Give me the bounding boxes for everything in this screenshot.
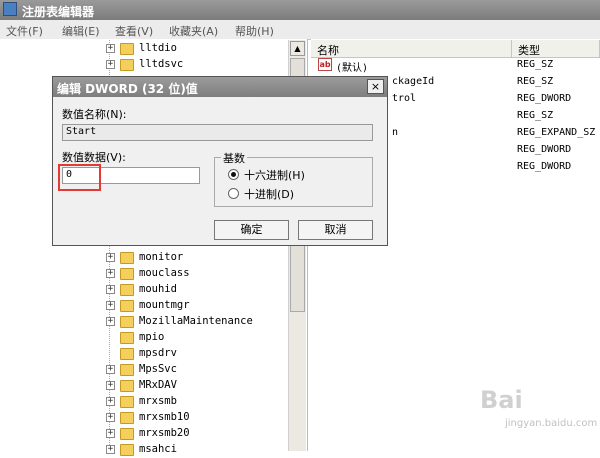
folder-icon [120,396,134,408]
expand-icon[interactable]: + [106,301,115,310]
folder-icon [120,364,134,376]
ab-string-icon: ab [318,58,332,71]
value-type: REG_EXPAND_SZ [517,127,596,138]
folder-icon [120,348,134,360]
folder-icon [120,412,134,424]
folder-icon [120,43,134,55]
value-name[interactable]: n [392,127,398,138]
folder-icon [120,428,134,440]
menu-file[interactable]: 文件(F) [6,23,43,39]
tree-item-label: mouhid [139,283,177,295]
tree-item-label: lltdsvc [139,58,184,70]
cancel-button[interactable]: 取消 [298,220,373,240]
dialog-title-bar: 编辑 DWORD (32 位)值 × [53,77,387,97]
tree-item-label: monitor [139,251,184,263]
title-bar: 注册表编辑器 [0,0,600,20]
baidu-watermark: Bai [480,386,523,414]
folder-icon [120,444,134,456]
value-type: REG_SZ [517,110,554,121]
decimal-radio[interactable] [228,188,239,199]
folder-icon [120,252,134,264]
column-header-name[interactable]: 名称 [311,40,512,58]
value-type: REG_DWORD [517,161,572,172]
folder-icon [120,332,134,344]
tree-item-label: mpsdrv [139,347,177,359]
expand-icon[interactable]: + [106,413,115,422]
value-name-field: Start [62,124,373,141]
value-type: REG_DWORD [517,93,572,104]
edit-dword-dialog: 编辑 DWORD (32 位)值 × 数值名称(N): Start 数值数据(V… [52,76,388,246]
folder-icon [120,59,134,71]
expand-icon[interactable]: + [106,445,115,454]
hex-radio[interactable] [228,169,239,180]
tree-item-label: lltdio [139,42,177,54]
tree-item-label: mountmgr [139,299,190,311]
base-group: 基数 十六进制(H) 十进制(D) [214,150,373,207]
base-group-label: 基数 [221,150,247,166]
menu-help[interactable]: 帮助(H) [235,23,274,39]
value-type: REG_SZ [517,59,554,70]
value-name[interactable]: trol [392,93,416,104]
tree-item-label: mpio [139,331,165,343]
value-name[interactable]: ckageId [392,76,434,87]
expand-icon[interactable]: + [106,44,115,53]
tree-item-label: mouclass [139,267,190,279]
window-title: 注册表编辑器 [22,5,95,19]
ok-button[interactable]: 确定 [214,220,289,240]
expand-icon[interactable]: + [106,397,115,406]
tree-item-label: mrxsmb10 [139,411,190,423]
expand-icon[interactable]: + [106,381,115,390]
close-icon[interactable]: × [367,79,384,94]
expand-icon[interactable]: + [106,253,115,262]
scroll-up-icon[interactable]: ▲ [290,41,305,56]
value-type: REG_DWORD [517,144,572,155]
tree-item-label: MpsSvc [139,363,177,375]
tree-item-label: MRxDAV [139,379,177,391]
folder-icon [120,268,134,280]
menu-edit[interactable]: 编辑(E) [62,23,100,39]
folder-icon [120,284,134,296]
highlight-annotation [58,164,101,191]
menu-bar: 文件(F) 编辑(E) 查看(V) 收藏夹(A) 帮助(H) [0,20,600,40]
column-header-type[interactable]: 类型 [512,40,600,58]
folder-icon [120,316,134,328]
value-data-label: 数值数据(V): [62,151,126,164]
dialog-title: 编辑 DWORD (32 位)值 [57,82,198,96]
tree-item-label: MozillaMaintenance [139,315,253,327]
expand-icon[interactable]: + [106,60,115,69]
watermark-url: jingyan.baidu.com [505,418,598,429]
menu-favorites[interactable]: 收藏夹(A) [169,23,218,39]
tree-item-label: mrxsmb [139,395,177,407]
hex-radio-label[interactable]: 十六进制(H) [244,167,305,183]
value-name-label: 数值名称(N): [62,108,127,121]
folder-icon [120,300,134,312]
expand-icon[interactable]: + [106,365,115,374]
folder-icon [120,380,134,392]
menu-view[interactable]: 查看(V) [115,23,153,39]
registry-editor-icon [3,2,17,16]
tree-item-label: msahci [139,443,177,455]
expand-icon[interactable]: + [106,269,115,278]
expand-icon[interactable]: + [106,429,115,438]
value-name[interactable]: (默认) [336,59,368,74]
tree-item-label: mrxsmb20 [139,427,190,439]
value-type: REG_SZ [517,76,554,87]
decimal-radio-label[interactable]: 十进制(D) [244,186,294,202]
expand-icon[interactable]: + [106,317,115,326]
expand-icon[interactable]: + [106,285,115,294]
